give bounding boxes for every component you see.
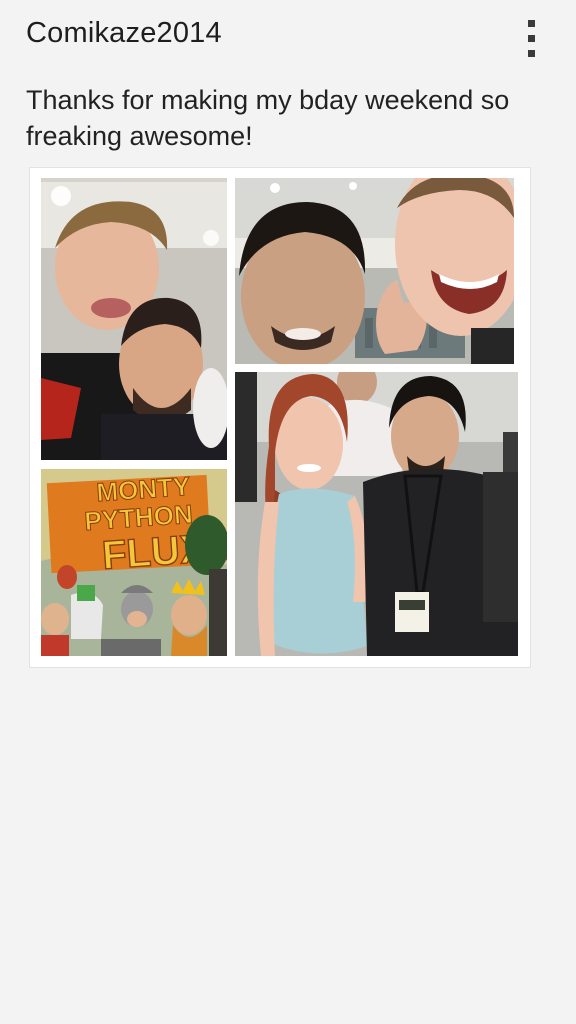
menu-dot <box>528 35 535 42</box>
photo-collage[interactable]: MONTY PYTHON FLUXX <box>30 168 530 667</box>
overflow-menu-icon[interactable] <box>516 14 546 60</box>
selfie-two-men-photo[interactable] <box>41 178 227 460</box>
menu-dot <box>528 50 535 57</box>
selfie-thumbs-up-photo[interactable] <box>235 178 514 364</box>
woman-and-man-at-convention-image <box>235 372 518 656</box>
post-header: Comikaze2014 <box>0 0 576 72</box>
post-caption: Thanks for making my bday weekend so fre… <box>26 85 510 151</box>
menu-dot <box>528 20 535 27</box>
woman-and-man-at-convention-photo[interactable] <box>235 372 518 656</box>
selfie-thumbs-up-image <box>235 178 514 364</box>
author-name[interactable]: Comikaze2014 <box>26 17 222 50</box>
monty-python-fluxx-box-image: MONTY PYTHON FLUXX <box>41 469 227 656</box>
selfie-two-men-image <box>41 178 227 460</box>
monty-python-fluxx-box-photo[interactable]: MONTY PYTHON FLUXX <box>41 469 227 656</box>
